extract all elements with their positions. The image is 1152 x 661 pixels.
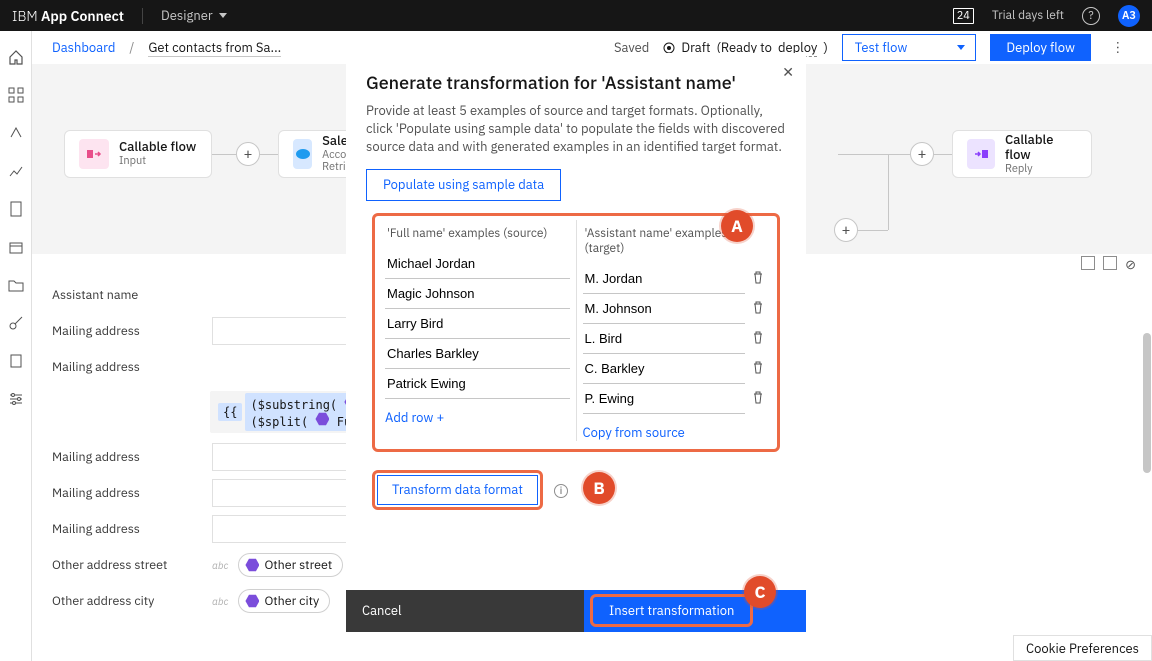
modal-footer: Cancel Insert transformation: [346, 590, 806, 632]
source-example-input[interactable]: [385, 309, 570, 339]
source-example-input[interactable]: [385, 249, 570, 279]
source-example-input[interactable]: [385, 279, 570, 309]
cookie-preferences-button[interactable]: Cookie Preferences: [1013, 635, 1152, 661]
source-example-input[interactable]: [385, 369, 570, 399]
target-example-input[interactable]: [583, 384, 746, 414]
transform-button-highlight: Transform data format: [372, 470, 543, 510]
annotation-b: B: [583, 472, 615, 504]
source-example-input[interactable]: [385, 339, 570, 369]
delete-row-icon[interactable]: [751, 330, 767, 348]
target-example-input[interactable]: [583, 354, 746, 384]
target-example-input[interactable]: [583, 324, 746, 354]
add-row-button[interactable]: Add row +: [385, 409, 444, 426]
annotation-c: C: [744, 576, 776, 608]
delete-row-icon[interactable]: [751, 300, 767, 318]
close-icon[interactable]: ✕: [782, 63, 794, 81]
delete-row-icon[interactable]: [751, 360, 767, 378]
modal-title: Generate transformation for 'Assistant n…: [366, 71, 786, 94]
transform-data-format-button[interactable]: Transform data format: [377, 475, 538, 505]
target-example-input[interactable]: [583, 294, 746, 324]
copy-from-source-button[interactable]: Copy from source: [583, 424, 685, 441]
populate-sample-button[interactable]: Populate using sample data: [366, 169, 561, 201]
cancel-button[interactable]: Cancel: [346, 590, 584, 632]
generate-transformation-modal: ✕ Generate transformation for 'Assistant…: [346, 53, 806, 632]
target-example-input[interactable]: [583, 264, 746, 294]
source-column-header: 'Full name' examples (source): [385, 224, 570, 249]
examples-section: 'Full name' examples (source) Add row + …: [372, 213, 780, 452]
info-icon[interactable]: i: [554, 484, 568, 498]
delete-row-icon[interactable]: [751, 270, 767, 288]
delete-row-icon[interactable]: [751, 390, 767, 408]
insert-transformation-button[interactable]: Insert transformation: [590, 594, 753, 627]
annotation-a: A: [721, 210, 753, 242]
modal-description: Provide at least 5 examples of source an…: [366, 102, 786, 157]
